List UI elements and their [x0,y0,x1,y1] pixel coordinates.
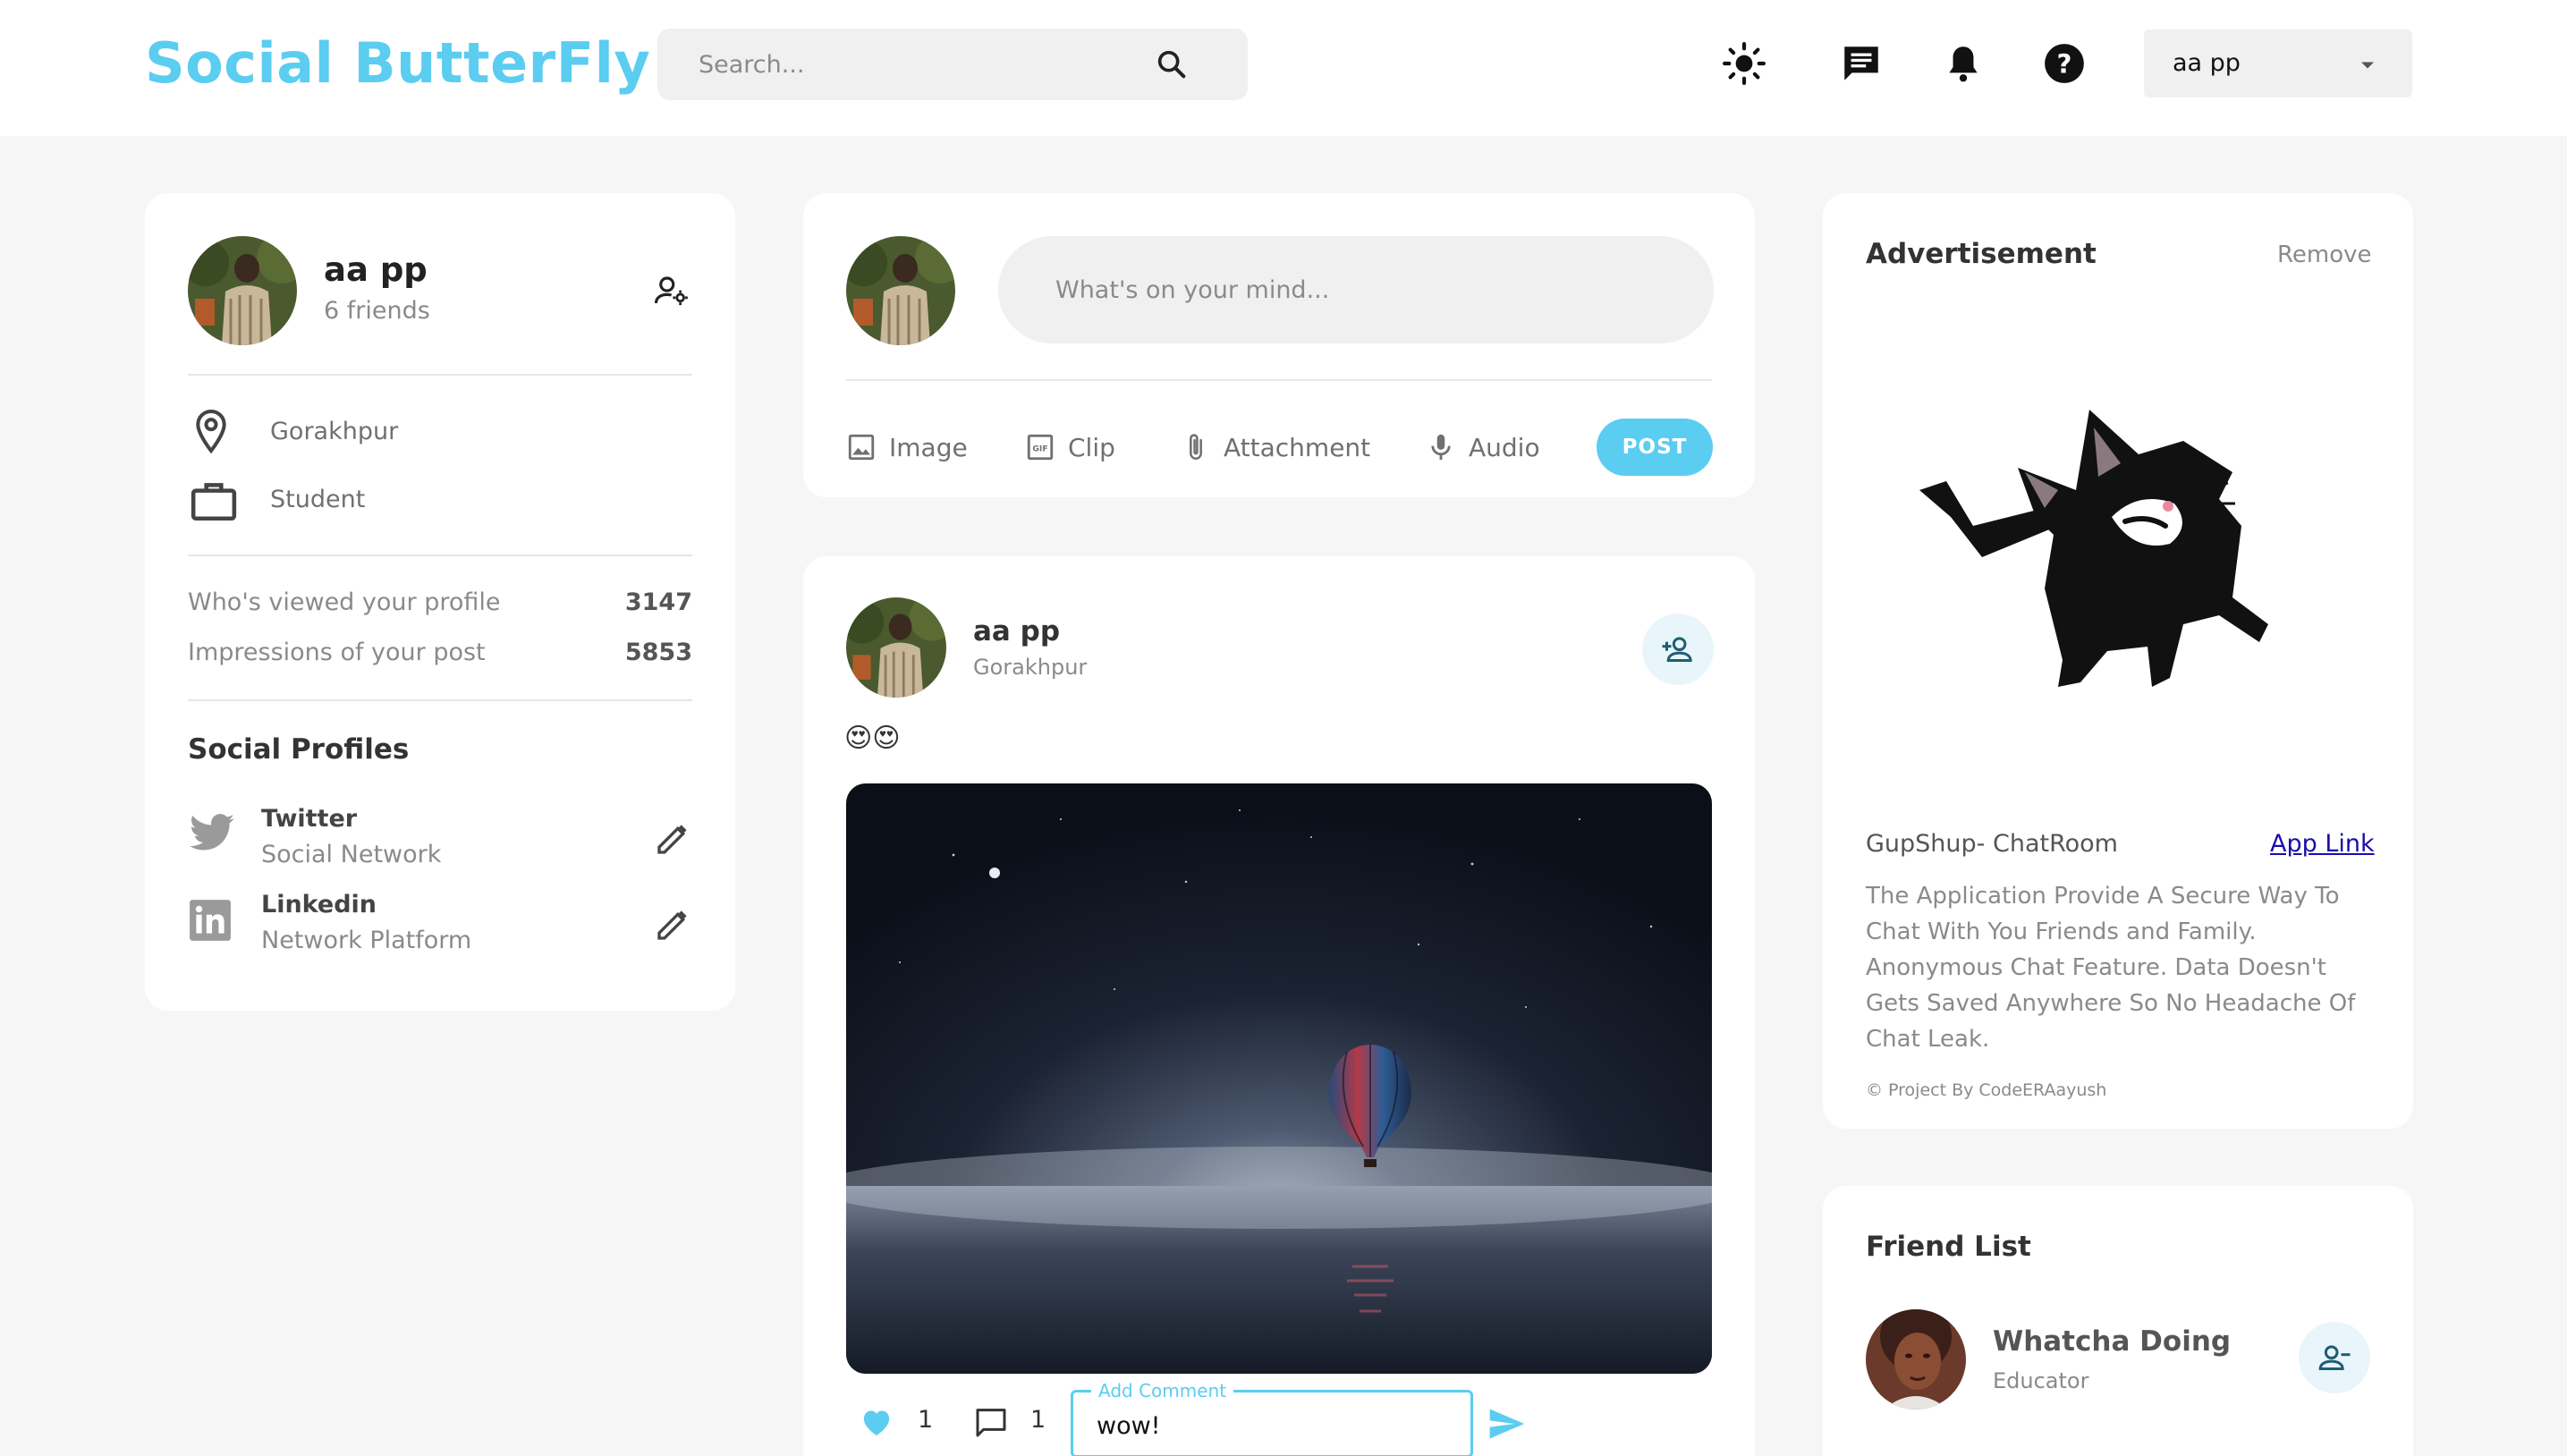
divider [846,379,1712,381]
edit-icon[interactable] [655,907,690,943]
stat-label: Who's viewed your profile [188,588,501,616]
ad-cat-illustration [1919,410,2268,687]
send-icon[interactable] [1487,1404,1526,1443]
friend-photo [1866,1309,1966,1409]
tool-clip-label: Clip [1068,432,1115,462]
add-comment-value: wow! [1097,1412,1161,1440]
edit-icon[interactable] [655,821,690,857]
tool-image[interactable]: Image [846,427,968,467]
person-remove-icon [2318,1345,2351,1370]
comment-count: 1 [1030,1406,1046,1434]
briefcase-icon [191,483,237,521]
svg-text:GIF: GIF [1032,444,1047,453]
user-menu-select[interactable]: aa pp [2144,30,2412,97]
stat-value: 3147 [624,588,692,616]
add-comment-legend: Add Comment [1091,1380,1234,1401]
ad-app-name: GupShup- ChatRoom [1866,830,2118,858]
linkedin-icon [190,900,231,941]
comment-icon[interactable] [973,1404,1009,1440]
post-composer-card: Image GIF Clip Attachment Audio POST [803,193,1755,497]
friend-avatar[interactable] [1866,1309,1966,1409]
svg-text:?: ? [2057,48,2072,79]
profile-name[interactable]: aa pp [324,250,428,289]
caret-down-icon [2361,62,2374,69]
social-name-twitter[interactable]: Twitter [261,805,357,833]
tool-attachment-label: Attachment [1224,432,1371,462]
remove-friend-button[interactable] [2299,1322,2370,1393]
help-icon[interactable]: ? [2042,41,2087,86]
advertisement-title: Advertisement [1866,238,2097,270]
attachment-icon [1190,434,1202,460]
manage-account-icon[interactable] [653,272,690,309]
search-icon[interactable] [1154,47,1190,82]
advertisement-card: Advertisement Remove GupShup- ChatRoom A… [1823,193,2413,1129]
search-input[interactable] [699,29,1164,100]
friend-role: Educator [1993,1368,2089,1393]
stat-label: Impressions of your post [188,639,486,666]
person-add-icon [1662,637,1692,662]
balloon-night-photo [846,783,1712,1374]
post-author-location: Gorakhpur [973,655,1088,680]
avatar[interactable] [846,236,955,345]
social-name-linkedin[interactable]: Linkedin [261,891,377,918]
brand-logo[interactable]: Social ButterFly [145,30,650,96]
feed-post-card: aa pp Gorakhpur 😍😍 1 1 Add Comment wow! [803,556,1755,1456]
twitter-icon [190,814,234,851]
mic-icon [1431,434,1451,461]
whats-on-your-mind-input[interactable] [998,236,1714,343]
ad-app-link[interactable]: App Link [2270,830,2375,858]
social-sub-twitter: Social Network [261,841,442,868]
post-caption: 😍😍 [844,723,901,754]
social-profiles-title: Social Profiles [188,733,410,766]
ad-credit: © Project By CodeERAayush [1866,1080,2107,1100]
stat-value: 5853 [624,639,692,666]
gif-icon: GIF [1027,434,1054,461]
friends-count: 6 friends [324,297,430,325]
bell-icon[interactable] [1941,41,1986,86]
like-count: 1 [918,1406,934,1434]
post-author-avatar[interactable] [846,597,946,698]
friend-list-title: Friend List [1866,1231,2031,1263]
tool-audio-label: Audio [1469,432,1540,462]
avatar-photo [846,597,946,698]
tool-attachment[interactable]: Attachment [1181,427,1370,467]
user-menu-label: aa pp [2173,49,2241,77]
divider [188,374,692,376]
location-text: Gorakhpur [270,418,399,445]
post-image[interactable] [846,783,1712,1374]
search-box [657,29,1248,100]
divider [188,554,692,556]
post-author-name[interactable]: aa pp [973,615,1060,648]
profile-card: aa pp 6 friends Gorakhpur Student Who's … [145,193,735,1011]
top-navbar: Social ButterFly ? aa pp [0,0,2567,136]
tool-audio[interactable]: Audio [1426,427,1540,467]
advertisement-remove-link[interactable]: Remove [2277,241,2372,268]
heart-icon[interactable] [859,1404,894,1440]
chat-icon[interactable] [1839,41,1884,86]
avatar[interactable] [188,236,297,345]
location-icon [196,409,226,454]
sun-icon[interactable] [1722,41,1766,86]
tool-image-label: Image [889,432,968,462]
divider [188,699,692,701]
friend-name[interactable]: Whatcha Doing [1993,1325,2231,1358]
image-icon [848,434,875,461]
social-sub-linkedin: Network Platform [261,927,472,954]
avatar-photo [188,236,297,345]
ad-description: The Application Provide A Secure Way To … [1866,883,2356,1053]
occupation-text: Student [270,486,366,513]
add-comment-field[interactable]: Add Comment wow! [1071,1380,1473,1456]
friend-list-card: Friend List Whatcha Doing Educator [1823,1186,2413,1456]
avatar-photo [846,236,955,345]
add-friend-button[interactable] [1642,614,1714,685]
tool-clip[interactable]: GIF Clip [1025,427,1115,467]
post-button[interactable]: POST [1597,419,1713,476]
